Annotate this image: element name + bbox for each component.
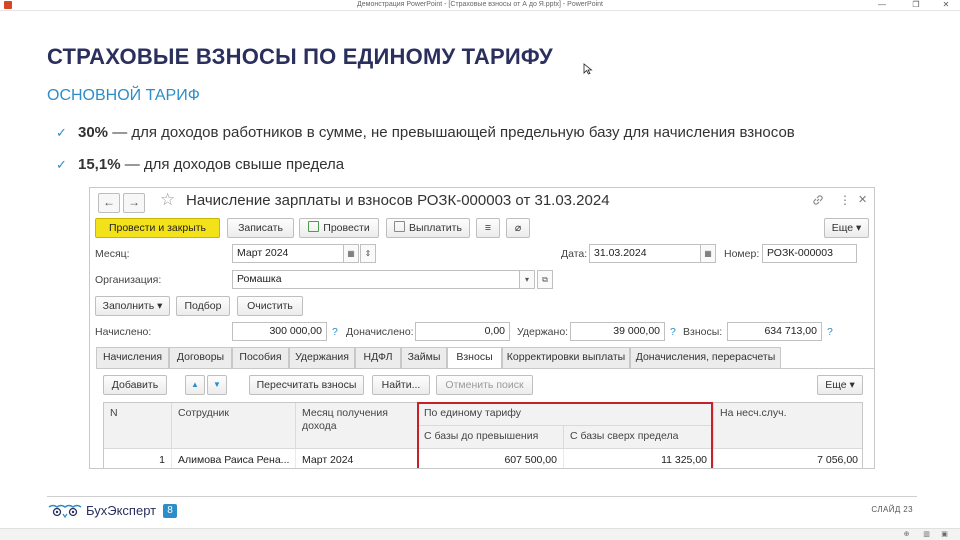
window-title: Демонстрация PowerPoint - [Страховые взн… <box>357 1 603 8</box>
help-icon[interactable]: ? <box>332 326 338 338</box>
star-icon[interactable]: ☆ <box>160 190 175 210</box>
accrued-label: Начислено: <box>95 326 152 338</box>
tab-recalculations[interactable]: Доначисления, перерасчеты <box>630 347 781 368</box>
bullet-text: — для доходов работников в сумме, не пре… <box>108 124 795 141</box>
slideshow-icon[interactable]: ▣ <box>940 530 949 539</box>
bullet-text: — для доходов свыше предела <box>120 156 345 173</box>
additional-label: Доначислено: <box>346 326 414 338</box>
toolbar-more-button[interactable]: Еще ▾ <box>824 218 869 238</box>
presentation-statusbar: ⊕ ▥ ▣ <box>0 528 960 540</box>
row-employee: Алимова Раиса Рена... <box>172 449 296 468</box>
help-icon[interactable]: ? <box>827 326 833 338</box>
tab-divider <box>96 368 874 369</box>
select-button[interactable]: Подбор <box>176 296 230 316</box>
column-header-employee[interactable]: Сотрудник <box>172 403 296 449</box>
pay-icon <box>394 221 406 232</box>
logo-text: БухЭксперт <box>86 503 157 518</box>
bullet-rate: 15,1% <box>78 156 121 173</box>
month-field[interactable]: Март 2024 <box>232 244 344 263</box>
month-label: Месяц: <box>95 248 130 260</box>
calendar-icon[interactable]: ▦ <box>700 244 716 263</box>
help-icon[interactable]: ? <box>670 326 676 338</box>
tab-deductions[interactable]: Удержания <box>289 347 355 368</box>
back-button[interactable]: ← <box>98 193 120 213</box>
column-header-month[interactable]: Месяц получения дохода <box>296 403 418 449</box>
find-button[interactable]: Найти... <box>372 375 430 395</box>
next-icon[interactable]: ⊕ <box>902 530 911 539</box>
dropdown-arrow-icon[interactable]: ▾ <box>519 270 535 289</box>
additional-value: 0,00 <box>415 322 510 341</box>
owl-logo-icon <box>48 504 82 519</box>
slide-subtitle: ОСНОВНОЙ ТАРИФ <box>47 87 200 104</box>
check-icon: ✓ <box>56 157 67 172</box>
post-icon <box>308 221 320 232</box>
more-menu-icon[interactable]: ⋮ <box>839 193 851 207</box>
tab-benefits[interactable]: Пособия <box>232 347 289 368</box>
tab-contributions[interactable]: Взносы <box>447 347 502 369</box>
organization-field[interactable]: Ромашка <box>232 270 520 289</box>
organization-label: Организация: <box>95 274 162 286</box>
pay-button[interactable]: Выплатить <box>386 218 470 238</box>
open-icon[interactable]: ⧉ <box>537 270 553 289</box>
withheld-value: 39 000,00 <box>570 322 665 341</box>
mouse-cursor-icon <box>583 63 593 75</box>
save-button[interactable]: Записать <box>227 218 294 238</box>
check-icon: ✓ <box>56 125 67 140</box>
forward-button[interactable]: → <box>123 193 145 213</box>
document-title: Начисление зарплаты и взносов РОЗК-00000… <box>186 192 610 209</box>
minimize-button[interactable]: — <box>872 0 892 10</box>
accrued-value: 300 000,00 <box>232 322 327 341</box>
close-icon[interactable]: ✕ <box>858 193 867 206</box>
number-field[interactable]: РОЗК-000003 <box>762 244 857 263</box>
close-window-button[interactable]: ✕ <box>936 0 956 10</box>
contributions-value: 634 713,00 <box>727 322 822 341</box>
add-button[interactable]: Добавить <box>103 375 167 395</box>
post-and-close-button[interactable]: Провести и закрыть <box>95 218 220 238</box>
attachment-icon[interactable]: ⌀ <box>506 218 530 238</box>
tab-loans[interactable]: Займы <box>401 347 447 368</box>
row-number: 1 <box>104 449 172 468</box>
move-up-icon[interactable]: ▲ <box>185 375 205 395</box>
highlight-box <box>417 402 713 468</box>
row-month: Март 2024 <box>296 449 418 468</box>
reading-view-icon[interactable]: ▥ <box>922 530 931 539</box>
logo-badge: 8 <box>163 504 177 518</box>
date-label: Дата: <box>561 248 588 260</box>
month-stepper[interactable]: ⇕ <box>360 244 376 263</box>
tab-ndfl[interactable]: НДФЛ <box>355 347 401 368</box>
column-header-n[interactable]: N <box>104 403 172 449</box>
link-icon[interactable] <box>812 194 824 209</box>
tab-more-button[interactable]: Еще ▾ <box>817 375 863 395</box>
post-button[interactable]: Провести <box>299 218 379 238</box>
tab-payment-adjustments[interactable]: Корректировки выплаты <box>502 347 630 368</box>
bullet-item: ✓ 15,1% — для доходов свыше предела <box>56 156 344 173</box>
number-label: Номер: <box>724 248 760 260</box>
slide-title: СТРАХОВЫЕ ВЗНОСЫ ПО ЕДИНОМУ ТАРИФУ <box>47 44 553 69</box>
bullet-rate: 30% <box>78 124 109 141</box>
tab-accruals[interactable]: Начисления <box>96 347 169 368</box>
recalculate-contributions-button[interactable]: Пересчитать взносы <box>249 375 364 395</box>
move-down-icon[interactable]: ▼ <box>207 375 227 395</box>
slide-number: СЛАЙД 23 <box>871 505 913 514</box>
tab-contracts[interactable]: Договоры <box>169 347 232 368</box>
withheld-label: Удержано: <box>517 326 569 338</box>
payroll-document-form: ← → ☆ Начисление зарплаты и взносов РОЗК… <box>89 187 875 469</box>
clear-button[interactable]: Очистить <box>237 296 303 316</box>
row-accident: 7 056,00 <box>817 454 858 466</box>
column-header-accident[interactable]: На несч.случ. <box>714 403 862 449</box>
bullet-item: ✓ 30% — для доходов работников в сумме, н… <box>56 124 795 141</box>
date-field[interactable]: 31.03.2024 <box>589 244 701 263</box>
restore-button[interactable]: ❐ <box>906 0 926 10</box>
calendar-icon[interactable]: ▦ <box>343 244 359 263</box>
cancel-search-button[interactable]: Отменить поиск <box>436 375 533 395</box>
fill-button[interactable]: Заполнить ▾ <box>95 296 170 316</box>
contributions-label: Взносы: <box>683 326 723 338</box>
footer-divider <box>47 496 917 497</box>
report-icon[interactable]: ≡ <box>476 218 500 238</box>
window-titlebar: Демонстрация PowerPoint - [Страховые взн… <box>0 0 960 11</box>
